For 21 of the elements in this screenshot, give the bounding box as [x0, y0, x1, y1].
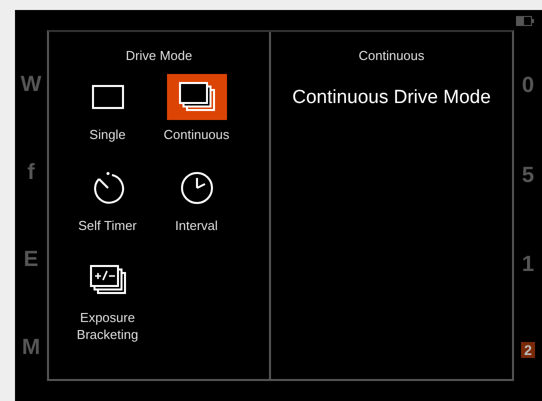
drive-mode-option[interactable]: Interval — [152, 165, 241, 235]
detail-description: Continuous Drive Mode — [291, 86, 492, 110]
background-glyph: M — [20, 335, 42, 360]
background-glyph: 2 — [521, 342, 535, 358]
background-glyph: W — [20, 72, 42, 96]
detail-title: Continuous — [358, 47, 426, 65]
background-glyph: f — [26, 160, 36, 184]
dialog-title: Drive Mode — [124, 47, 194, 65]
background-glyph: 0 — [520, 72, 536, 97]
clock-icon — [180, 171, 214, 206]
drive-mode-option[interactable]: Self Timer — [63, 165, 152, 235]
background-glyph: E — [22, 247, 40, 272]
drive-mode-option[interactable]: Continuous — [152, 74, 241, 144]
battery-icon — [516, 16, 534, 26]
background-glyph: 1 — [520, 252, 536, 276]
drive-mode-option[interactable]: Single — [63, 74, 152, 144]
exposure-bracket-icon — [90, 264, 126, 295]
background-glyph: 5 — [520, 162, 536, 187]
stacked-frames-icon — [178, 82, 214, 112]
drive-mode-option[interactable]: Exposure Bracketing — [63, 256, 152, 344]
single-frame-icon — [92, 84, 124, 108]
